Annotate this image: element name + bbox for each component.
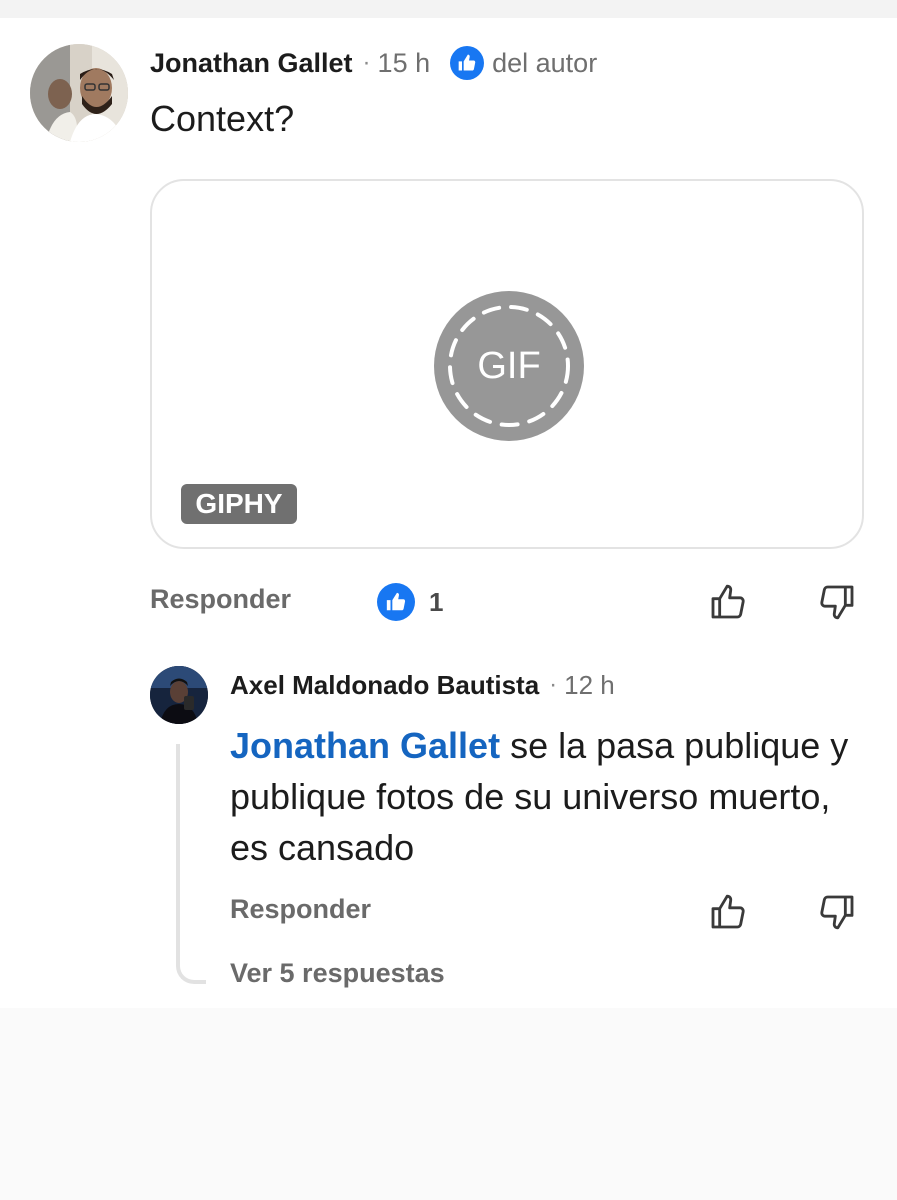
thumbs-up-icon [711, 894, 745, 929]
reply-button[interactable]: Responder [150, 584, 291, 615]
comment-header: Jonathan Gallet · 15 h del autor [150, 46, 597, 80]
avatar-photo [150, 666, 208, 724]
reply-header: Axel Maldonado Bautista · 12 h [230, 668, 615, 702]
reaction-summary[interactable]: 1 [377, 583, 443, 621]
comment-text: Context? [150, 98, 295, 139]
comment-author-name[interactable]: Jonathan Gallet [150, 48, 353, 79]
thumbs-down-icon [820, 585, 854, 620]
mention-link[interactable]: Jonathan Gallet [230, 725, 500, 766]
top-strip [0, 0, 897, 18]
reply-timestamp: 12 h [564, 669, 615, 700]
gif-placeholder-icon: GIF [434, 291, 584, 441]
giphy-attribution: GIPHY [181, 484, 297, 524]
comment-timestamp: 15 h [377, 47, 431, 78]
gif-attachment[interactable]: GIF GIPHY [150, 179, 864, 549]
reply-text: Jonathan Gallet se la pasa publique y pu… [230, 720, 870, 873]
like-reaction-icon [450, 46, 485, 80]
thumbs-down-icon [820, 895, 854, 930]
reply-author-name[interactable]: Axel Maldonado Bautista [230, 670, 539, 701]
thumbs-up-button[interactable] [706, 890, 750, 934]
reaction-count: 1 [429, 586, 444, 617]
thumbs-up-icon [711, 584, 745, 619]
avatar[interactable] [30, 44, 128, 142]
thumbs-up-button[interactable] [706, 580, 750, 624]
reply-button[interactable]: Responder [230, 894, 371, 925]
avatar[interactable] [150, 666, 208, 724]
gif-label: GIF [477, 344, 541, 387]
thread-connector [176, 744, 206, 984]
avatar-photo [30, 44, 128, 142]
separator-dot: · [362, 49, 371, 76]
thumbs-down-button[interactable] [815, 580, 859, 624]
view-replies-link[interactable]: Ver 5 respuestas [230, 958, 445, 989]
separator-dot: · [549, 671, 558, 698]
author-liked-label: del autor [492, 47, 598, 78]
thumbs-down-button[interactable] [815, 890, 859, 934]
like-reaction-icon [377, 583, 415, 621]
